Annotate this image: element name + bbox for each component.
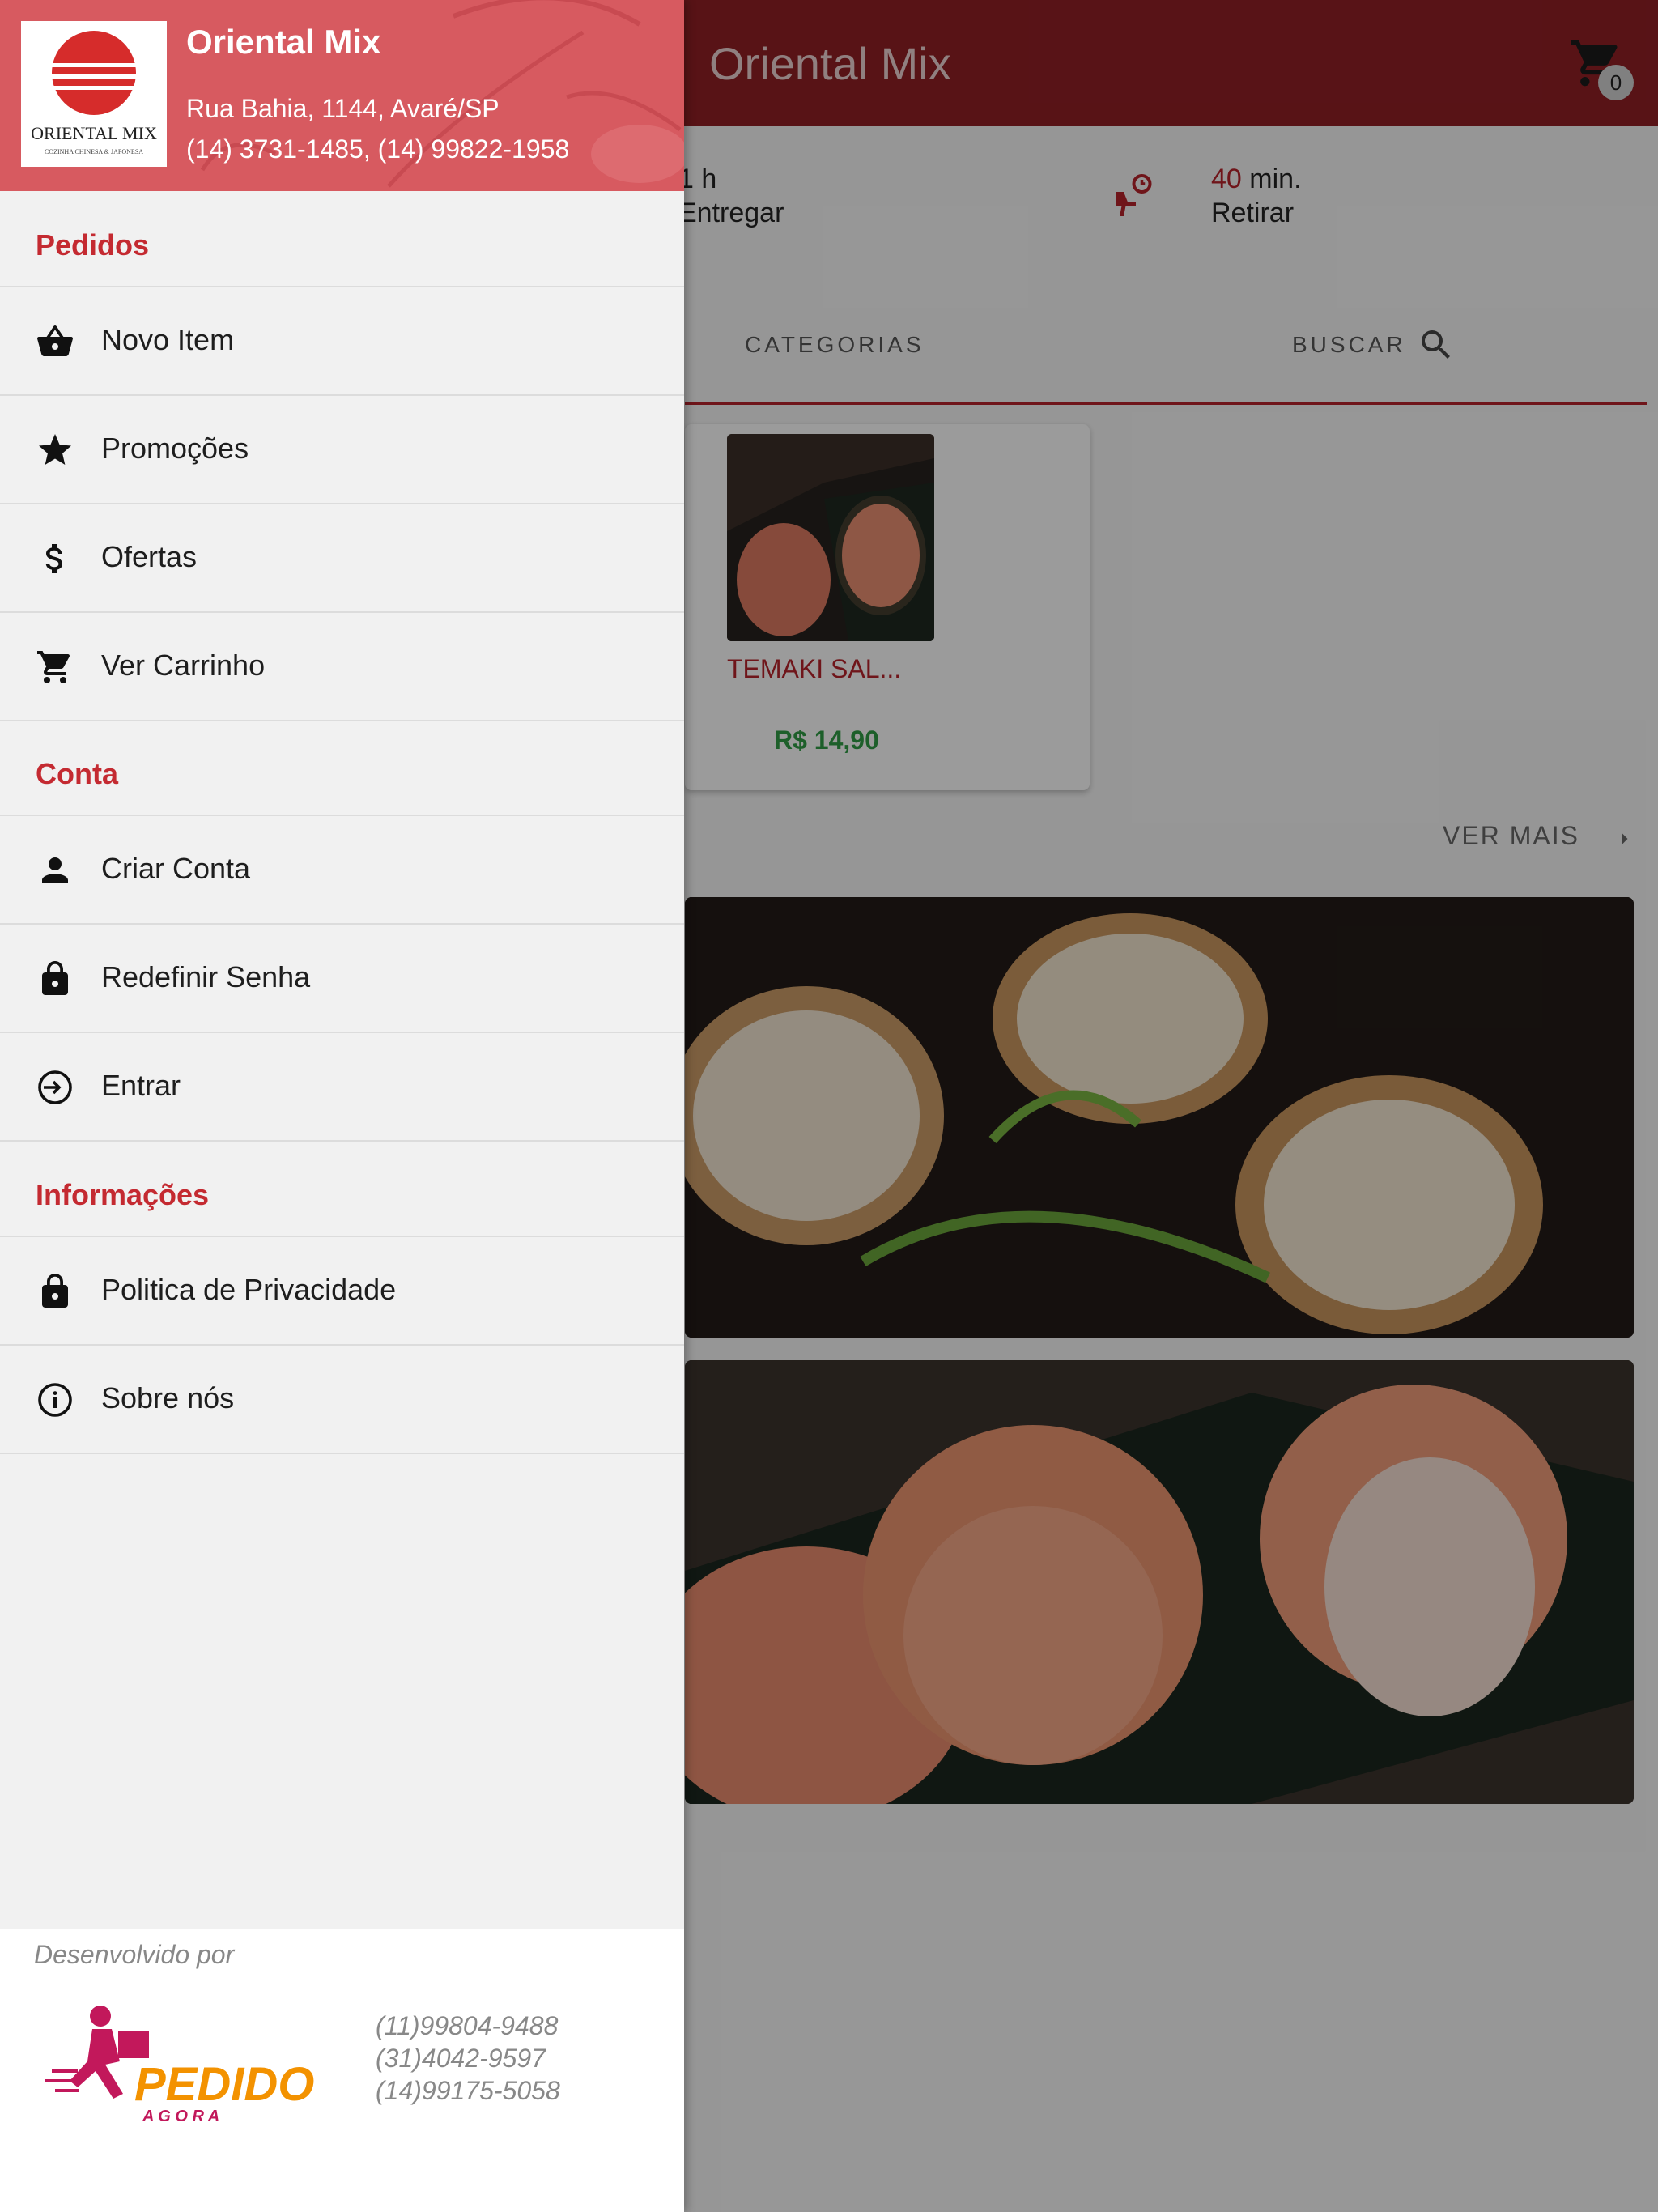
menu-item-promotions[interactable]: Promoções	[0, 394, 684, 503]
store-address: Rua Bahia, 1144, Avaré/SP	[186, 94, 500, 123]
section-title-orders: Pedidos	[36, 228, 150, 262]
developer-phone[interactable]: (14)99175-5058	[376, 2074, 560, 2107]
menu-item-cart[interactable]: Ver Carrinho	[0, 611, 684, 720]
menu-label-new-item: Novo Item	[101, 323, 235, 356]
lock-icon	[42, 961, 68, 995]
login-icon	[38, 1070, 72, 1104]
menu-label-promotions: Promoções	[101, 432, 249, 465]
menu-item-offers[interactable]: Ofertas	[0, 503, 684, 611]
menu-label-offers: Ofertas	[101, 540, 198, 573]
navigation-drawer: ORIENTAL MIX COZINHA CHINESA & JAPONESA …	[0, 0, 684, 2212]
menu-item-reset-password[interactable]: Redefinir Senha	[0, 923, 684, 1032]
menu-label-login: Entrar	[101, 1069, 181, 1102]
store-phones: (14) 3731-1485, (14) 99822-1958	[186, 134, 570, 164]
menu-item-privacy[interactable]: Politica de Privacidade	[0, 1236, 684, 1344]
store-name: Oriental Mix	[186, 23, 381, 61]
cart-icon	[37, 651, 70, 683]
section-title-info: Informações	[36, 1178, 210, 1211]
info-icon	[38, 1383, 72, 1417]
star-icon	[39, 434, 71, 465]
menu-item-login[interactable]: Entrar	[0, 1032, 684, 1140]
person-icon	[42, 857, 68, 883]
menu-item-create-account[interactable]: Criar Conta	[0, 815, 684, 923]
section-divider	[0, 1140, 684, 1142]
developer-phone[interactable]: (11)99804-9488	[376, 2010, 560, 2042]
menu-item-about[interactable]: Sobre nós	[0, 1344, 684, 1453]
store-logo-text: ORIENTAL MIX	[31, 123, 157, 143]
pedido-brand-text: PEDIDO	[134, 2058, 314, 2111]
developer-phones: (11)99804-9488 (31)4042-9597 (14)99175-5…	[376, 2010, 560, 2107]
developed-by-label: Desenvolvido por	[34, 1940, 235, 1969]
store-logo-subtext: COZINHA CHINESA & JAPONESA	[45, 148, 143, 155]
lock-icon	[42, 1274, 68, 1308]
menu-label-reset-password: Redefinir Senha	[101, 960, 311, 993]
store-logo: ORIENTAL MIX COZINHA CHINESA & JAPONESA	[21, 21, 167, 167]
drawer-header: ORIENTAL MIX COZINHA CHINESA & JAPONESA …	[0, 0, 684, 191]
pedido-brand-subtext: A G O R A	[142, 2108, 219, 2125]
section-title-account: Conta	[36, 757, 118, 790]
menu-item-new-item[interactable]: Novo Item	[0, 286, 684, 394]
developer-phone[interactable]: (31)4042-9597	[376, 2042, 560, 2074]
section-divider	[0, 1453, 684, 1454]
pedido-agora-logo[interactable]: PEDIDO A G O R A	[45, 1997, 321, 2126]
drawer-footer: Desenvolvido por PEDIDO A G O R A (11)99…	[0, 1929, 684, 2212]
menu-label-privacy: Politica de Privacidade	[101, 1273, 397, 1306]
menu-label-create-account: Criar Conta	[101, 852, 251, 885]
section-divider	[0, 720, 684, 721]
menu-label-cart: Ver Carrinho	[101, 649, 266, 682]
dollar-icon	[45, 544, 62, 573]
menu-label-about: Sobre nós	[101, 1381, 235, 1414]
basket-icon	[37, 325, 73, 356]
